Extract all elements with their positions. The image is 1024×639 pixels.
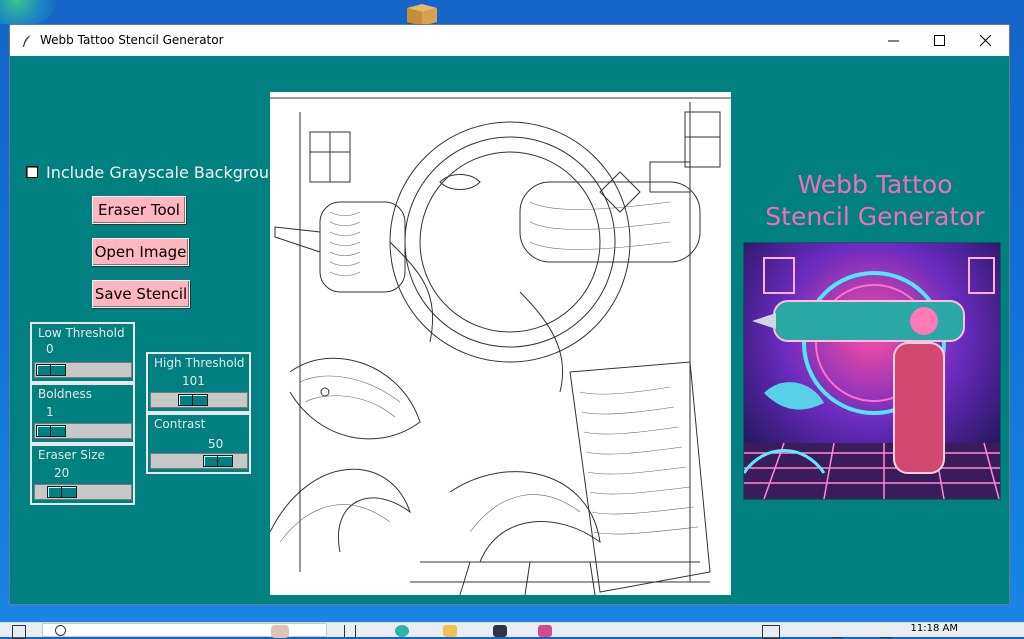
close-icon [980,35,992,47]
grayscale-checkbox-row[interactable]: Include Grayscale Background [26,162,290,182]
clock[interactable]: 11:18 AM [911,623,958,634]
avatar-icon [271,625,289,638]
app-icon[interactable] [538,625,552,637]
maximize-button[interactable] [917,25,963,56]
contrast-label: Contrast [154,417,206,431]
contrast-group: Contrast 50 [146,413,251,474]
high-threshold-thumb[interactable] [178,394,208,406]
client-area: Include Grayscale Background Eraser Tool… [10,56,1009,604]
preview-image [743,242,1001,500]
network-icon[interactable] [832,625,842,638]
boldness-slider[interactable] [34,423,132,439]
eraser-tool-button[interactable]: Eraser Tool [92,196,186,224]
open-image-button[interactable]: Open Image [92,238,189,266]
boldness-label: Boldness [38,387,93,401]
search-icon [55,625,66,636]
notify-icon[interactable] [762,625,780,639]
feather-icon [20,33,34,47]
high-threshold-group: High Threshold 101 [146,352,251,413]
contrast-thumb[interactable] [203,455,233,467]
boldness-thumb[interactable] [36,425,66,437]
low-threshold-label: Low Threshold [38,326,125,340]
low-threshold-value: 0 [46,342,54,356]
eraser-size-label: Eraser Size [38,448,105,462]
side-title: Webb Tattoo Stencil Generator [750,169,1000,233]
title-bar[interactable]: Webb Tattoo Stencil Generator [10,25,1009,56]
minimize-icon [888,40,899,42]
taskbar-search[interactable] [42,623,327,638]
close-button[interactable] [963,25,1009,56]
taskbar: 11:18 AM [0,622,1024,639]
low-threshold-slider[interactable] [34,362,132,378]
edge-icon[interactable] [395,625,409,637]
start-icon[interactable] [12,625,26,639]
stencil-line-art [270,97,731,595]
desktop-edge-icon[interactable] [0,0,56,24]
app-window: Webb Tattoo Stencil Generator Include Gr… [9,24,1010,605]
minimize-button[interactable] [871,25,917,56]
boldness-value: 1 [46,405,54,419]
eraser-size-slider[interactable] [34,484,132,500]
boldness-group: Boldness 1 [30,383,135,444]
high-threshold-value: 101 [182,374,205,388]
taskview-icon[interactable] [344,625,356,637]
contrast-value: 50 [208,437,224,451]
window-title: Webb Tattoo Stencil Generator [40,33,224,47]
low-threshold-group: Low Threshold 0 [30,322,135,383]
high-threshold-slider[interactable] [150,392,248,408]
stencil-canvas[interactable] [270,92,731,595]
maximize-icon [934,35,945,46]
eraser-size-thumb[interactable] [47,486,77,498]
checkbox-icon[interactable] [26,166,38,178]
tattoo-machine-illustration [744,243,1000,499]
low-threshold-thumb[interactable] [36,364,66,376]
contrast-slider[interactable] [150,453,248,469]
side-title-text: Webb Tattoo Stencil Generator [765,170,985,231]
explorer-icon[interactable] [443,625,457,637]
eraser-size-value: 20 [54,466,70,480]
eraser-size-group: Eraser Size 20 [30,444,135,505]
store-icon[interactable] [493,625,507,637]
grayscale-label: Include Grayscale Background [46,162,290,182]
save-stencil-button[interactable]: Save Stencil [92,280,190,308]
volume-icon[interactable] [880,625,892,638]
desktop-folder-box-icon[interactable] [403,2,441,26]
high-threshold-label: High Threshold [154,356,245,370]
